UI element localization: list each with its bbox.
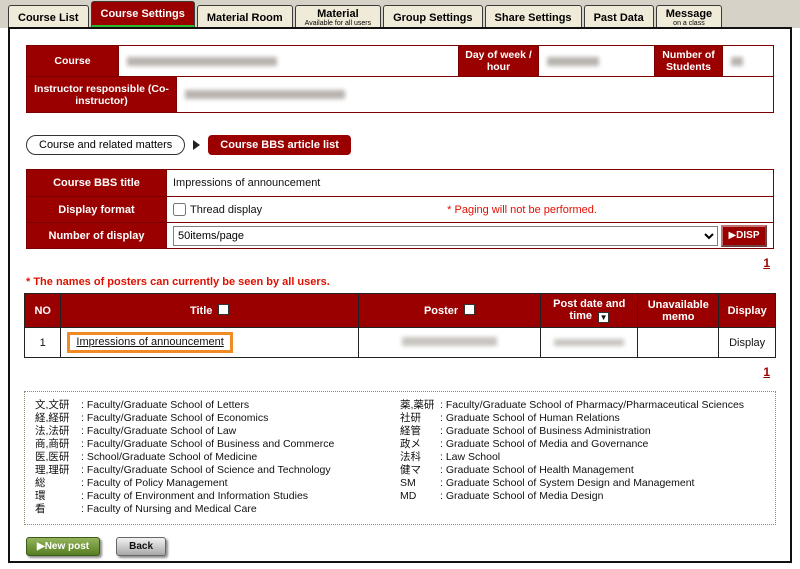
legend-item: 文,文研: Faculty/Graduate School of Letters [35,399,400,412]
tab-label: Course List [18,12,79,24]
tab-course-settings[interactable]: Course Settings [91,1,195,28]
tab-label: Material Room [207,12,283,24]
legend-left-column: 文,文研: Faculty/Graduate School of Letters… [35,399,400,516]
tab-label: Past Data [594,12,644,24]
header-no: NO [25,294,61,328]
row-title-cell: Impressions of announcement [61,328,359,358]
legend-item: 法科: Law School [400,451,765,464]
legend-item: SM: Graduate School of System Design and… [400,477,765,490]
table-row: 1 Impressions of announcement Display [25,328,776,358]
legend-item: 商,商研: Faculty/Graduate School of Busines… [35,438,400,451]
article-title-link[interactable]: Impressions of announcement [76,336,223,348]
legend-item: 法,法研: Faculty/Graduate School of Law [35,425,400,438]
legend-item: 看: Faculty of Nursing and Medical Care [35,503,400,516]
number-of-display-label: Number of display [27,223,167,248]
legend-item: 医,医研: School/Graduate School of Medicine [35,451,400,464]
bbs-form: Course BBS title Impressions of announce… [26,169,774,249]
legend-item: 環: Faculty of Environment and Informatio… [35,490,400,503]
tab-course-list[interactable]: Course List [8,5,89,28]
pagination-bottom: 1 [30,365,770,379]
legend-right-column: 薬,薬研: Faculty/Graduate School of Pharmac… [400,399,765,516]
tab-label: Message [666,8,712,20]
tab-group-settings[interactable]: Group Settings [383,5,482,28]
page-link-1[interactable]: 1 [763,256,770,270]
main-frame: Course Day of week / hour Number of Stud… [8,27,792,563]
display-format-label: Display format [27,197,167,222]
thread-display-label: Thread display [190,204,262,216]
tab-message[interactable]: Message on a class [656,5,722,28]
instructor-label: Instructor responsible (Co-instructor) [27,77,177,112]
tab-material[interactable]: Material Available for all users [295,5,381,28]
bbs-article-table: NO Title Poster Post date and time▼ Unav… [24,293,776,358]
header-unavailable-memo: Unavailable memo [638,294,719,328]
day-of-week-redacted [539,46,655,76]
disp-button[interactable]: ▶DISP [721,225,767,247]
legend-item: 薬,薬研: Faculty/Graduate School of Pharmac… [400,399,765,412]
course-info-table: Course Day of week / hour Number of Stud… [26,45,774,113]
poster-sort-icon[interactable] [464,304,475,315]
date-sort-desc-icon[interactable]: ▼ [598,312,609,323]
items-per-page-select[interactable]: 50items/page [173,226,718,246]
title-sort-icon[interactable] [218,304,229,315]
row-poster-redacted [358,328,540,358]
bbs-title-value: Impressions of announcement [167,170,773,196]
tab-past-data[interactable]: Past Data [584,5,654,28]
breadcrumb: Course and related matters Course BBS ar… [26,135,774,155]
legend-item: 経,経研: Faculty/Graduate School of Economi… [35,412,400,425]
header-display: Display [719,294,776,328]
instructor-redacted [177,77,773,112]
annotation-highlight-box: Impressions of announcement [67,332,232,353]
header-poster-label: Poster [424,305,458,317]
footer-actions: ▶New post Back [26,537,776,556]
course-related-matters-button[interactable]: Course and related matters [26,135,185,155]
day-of-week-label: Day of week / hour [459,46,539,76]
legend-item: 政メ: Graduate School of Media and Governa… [400,438,765,451]
thread-display-checkbox[interactable] [173,203,186,216]
header-poster: Poster [358,294,540,328]
tab-material-room[interactable]: Material Room [197,5,293,28]
paging-note: * Paging will not be performed. [447,204,597,216]
page: Course List Course Settings Material Roo… [0,0,800,569]
tab-label: Share Settings [495,12,572,24]
table-header-row: NO Title Poster Post date and time▼ Unav… [25,294,776,328]
tab-label: Material [305,8,371,20]
bbs-title-label: Course BBS title [27,170,167,196]
posters-visibility-notice: * The names of posters can currently be … [26,276,774,288]
row-unavailable-memo [638,328,719,358]
header-post-date: Post date and time▼ [541,294,638,328]
page-link-1[interactable]: 1 [763,365,770,379]
number-of-students-label: Number of Students [655,46,723,76]
tab-label: Group Settings [393,12,472,24]
row-no: 1 [25,328,61,358]
legend-item: 経管: Graduate School of Business Administ… [400,425,765,438]
tab-bar: Course List Course Settings Material Roo… [0,0,800,28]
legend-item: 健マ: Graduate School of Health Management [400,464,765,477]
faculty-legend: 文,文研: Faculty/Graduate School of Letters… [24,391,776,525]
legend-item: 理,理研: Faculty/Graduate School of Science… [35,464,400,477]
row-date-redacted [541,328,638,358]
header-title: Title [61,294,359,328]
legend-item: 社研: Graduate School of Human Relations [400,412,765,425]
course-name-redacted [119,46,459,76]
breadcrumb-separator-icon [193,140,200,150]
header-title-label: Title [190,305,212,317]
new-post-button[interactable]: ▶New post [26,537,100,556]
course-bbs-article-list-crumb[interactable]: Course BBS article list [208,135,351,155]
course-label: Course [27,46,119,76]
legend-item: 総: Faculty of Policy Management [35,477,400,490]
row-display-value: Display [719,328,776,358]
pagination-top: 1 [30,256,770,270]
legend-item: MD: Graduate School of Media Design [400,490,765,503]
tab-label: Course Settings [101,8,185,20]
back-button[interactable]: Back [116,537,166,556]
tab-share-settings[interactable]: Share Settings [485,5,582,28]
header-post-date-label: Post date and time [553,298,625,322]
number-of-students-redacted [723,46,773,76]
